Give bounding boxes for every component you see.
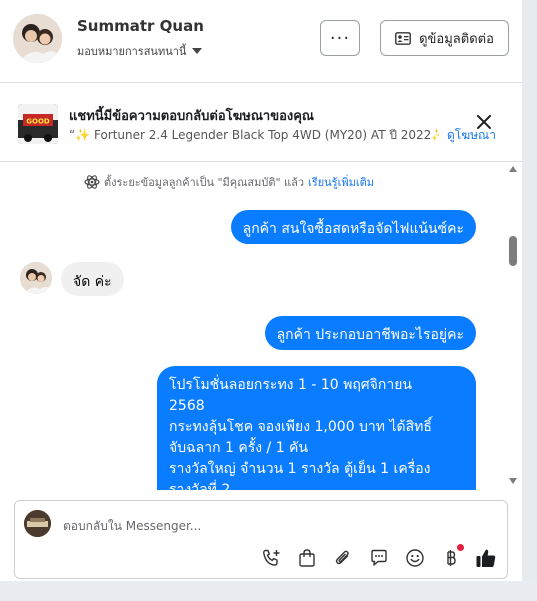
baht-payment-icon[interactable] [440, 544, 464, 569]
assign-conversation-label: มอบหมายการสนทนานี้ [77, 45, 187, 58]
message-line: กระทงลุ้นโชค จองเพียง 1,000 บาท ได้สิทธิ… [169, 419, 432, 435]
ad-quote: “✨ Fortuner 2.4 Legender Black Top 4WD (… [69, 128, 439, 142]
message-thread: ตั้งระยะข้อมูลลูกค้าเป็น "มีคุณสมบัติ" แ… [0, 163, 522, 490]
atom-icon [84, 175, 100, 189]
page-avatar [24, 510, 51, 537]
message-line: จับฉลาก 1 ครั้ง / 1 คัน [169, 440, 308, 456]
system-note-text: ตั้งระยะข้อมูลลูกค้าเป็น "มีคุณสมบัติ" แ… [104, 176, 305, 189]
chat-bubble-icon[interactable] [368, 547, 390, 569]
customer-avatar [20, 262, 52, 294]
message-line: 2568 [169, 398, 205, 414]
system-note: ตั้งระยะข้อมูลลูกค้าเป็น "มีคุณสมบัติ" แ… [84, 173, 374, 191]
message-line: รางวัลใหญ่ จำนวน 1 รางวัล ตู้เย็น 1 เครื… [169, 461, 431, 477]
ad-banner-title: แชทนี้มีข้อความตอบกลับต่อโฆษณาของคุณ [69, 109, 314, 124]
reply-input[interactable]: ตอบกลับใน Messenger... [63, 517, 201, 536]
shopping-bag-icon[interactable] [296, 547, 318, 569]
page-scroll-area [522, 0, 537, 601]
scrollbar-thumb[interactable] [509, 236, 517, 266]
ad-reply-banner: GOOD แชทนี้มีข้อความตอบกลับต่อโฆษณาของคุ… [0, 84, 522, 162]
emoji-icon[interactable] [404, 547, 426, 569]
ad-thumb-text: GOOD [26, 118, 50, 126]
thumbs-up-icon[interactable] [475, 547, 497, 569]
paperclip-icon[interactable] [332, 547, 354, 569]
chat-header: Summatr Quan มอบหมายการสนทนานี้ ··· ดูข้… [0, 0, 522, 83]
contact-card-icon [395, 31, 411, 45]
contact-name: Summatr Quan [77, 17, 204, 35]
page-bottom-area [0, 581, 537, 601]
message-bubble-incoming[interactable]: จัด ค่ะ [61, 262, 124, 296]
view-contact-info-label: ดูข้อมูลติดต่อ [419, 31, 494, 47]
chat-panel: Summatr Quan มอบหมายการสนทนานี้ ··· ดูข้… [0, 0, 522, 581]
message-bubble-outgoing-promo[interactable]: โปรโมชั่นลอยกระทง 1 - 10 พฤศจิกายน 2568 … [157, 366, 476, 490]
scroll-down-arrow-icon[interactable] [509, 478, 517, 484]
scroll-up-arrow-icon[interactable] [509, 166, 517, 172]
message-bubble-outgoing[interactable]: ลูกค้า ประกอบอาชีพอะไรอยู่คะ [264, 316, 476, 350]
more-options-button[interactable]: ··· [320, 20, 360, 56]
notification-dot [457, 544, 464, 551]
view-ad-link[interactable]: ดูโฆษณา [447, 126, 496, 145]
assign-conversation-dropdown[interactable]: มอบหมายการสนทนานี้ [77, 42, 203, 60]
message-line: รางวัลที่ 2 ... [169, 482, 249, 490]
ad-thumbnail: GOOD [18, 104, 58, 144]
phone-add-icon[interactable] [260, 547, 282, 569]
message-bubble-outgoing[interactable]: ลูกค้า สนใจซื้อสดหรือจัดไฟแน้นซ์คะ [230, 210, 476, 244]
learn-more-link[interactable]: เรียนรู้เพิ่มเติม [308, 173, 374, 191]
contact-avatar[interactable] [13, 14, 62, 63]
thread-scrollbar[interactable] [506, 163, 520, 490]
caret-down-icon [192, 48, 203, 54]
view-contact-info-button[interactable]: ดูข้อมูลติดต่อ [380, 20, 509, 56]
reply-composer[interactable]: ตอบกลับใน Messenger... [14, 500, 508, 579]
message-line: โปรโมชั่นลอยกระทง 1 - 10 พฤศจิกายน [169, 377, 412, 393]
